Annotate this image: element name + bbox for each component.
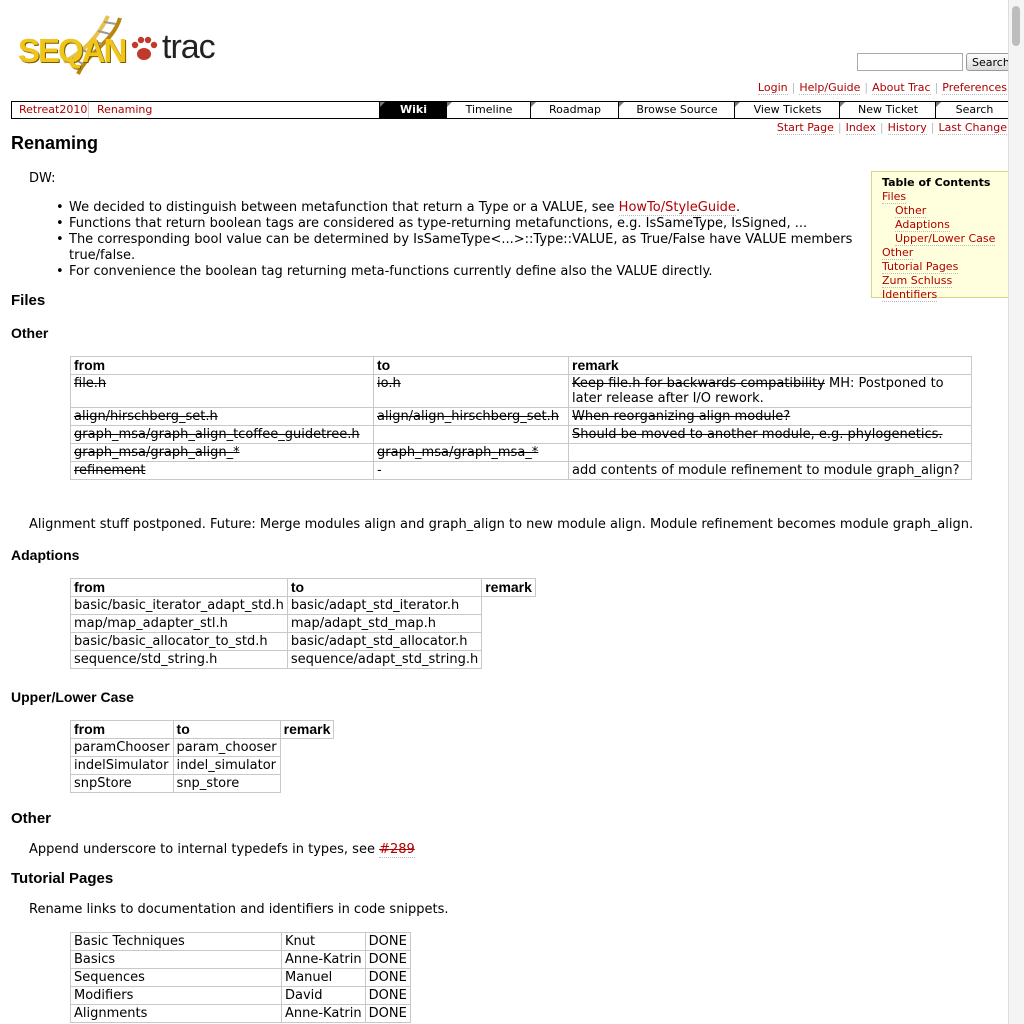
breadcrumb-retreat2010[interactable]: Retreat2010 [19,103,87,116]
tab-roadmap[interactable]: Roadmap [530,102,619,118]
vertical-scrollbar[interactable] [1008,0,1024,1024]
toc-item-zum-schluss[interactable]: Zum Schluss [882,274,953,288]
tutorial-text: Rename links to documentation and identi… [29,902,449,917]
files-heading: Files [11,292,46,309]
table-row: align/hirschberg_set.h align/align_hirsc… [70,407,972,426]
site-logo[interactable]: SEQAN trac [16,12,231,78]
start-page-link[interactable]: Start Page [776,121,834,135]
tutorial-table: Basic Techniques Knut DONE Basics Anne-Katr… [70,932,411,1023]
bullet-list: We decided to distinguish between metafu… [53,200,853,280]
styleguide-link[interactable]: HowTo/StyleGuide [618,200,736,216]
toc-item-files[interactable]: Files [882,190,907,204]
table-row: graph_msa/graph_align_tcoffee_guidetree.… [70,425,972,444]
table-row: map/map_adapter_stl.h map/adapt_std_map.h [70,614,536,633]
table-row: Sequences Manuel DONE [70,968,411,987]
logo-seqan-text: SEQAN [18,32,127,69]
table-row: sequence/std_string.h sequence/adapt_std_… [70,650,536,669]
table-row: refinement - add contents of module refi… [70,461,972,480]
table-row: paramChooser param_chooser [70,738,334,757]
table-row: Basic Techniques Knut DONE [70,932,411,951]
list-item: Functions that return boolean tags are c… [53,216,853,232]
login-link[interactable]: Login [757,81,788,95]
list-item: The corresponding bool value can be dete… [53,232,853,264]
list-item: We decided to distinguish between metafu… [53,200,853,216]
table-row: indelSimulator indel_simulator [70,756,334,775]
scrollbar-thumb[interactable] [1012,6,1020,46]
toc-title: Table of Contents [882,176,991,189]
table-row: basic/basic_allocator_to_std.h basic/adap… [70,632,536,651]
last-change-link[interactable]: Last Change [938,121,1007,135]
table-of-contents: Table of Contents Files Other Adaptions … [871,171,1012,302]
context-navigation: Start Page | Index | History | Last Change [776,121,1007,135]
tab-wiki[interactable]: Wiki [379,102,447,118]
intro-text: DW: [29,171,56,186]
tab-browse-source[interactable]: Browse Source [618,102,735,118]
tab-view-tickets[interactable]: View Tickets [734,102,840,118]
table-row: graph_msa/graph_align_* graph_msa/graph_… [70,443,972,462]
adaptions-heading: Adaptions [11,547,80,563]
case-table: from to remark paramChooser param_chooser… [70,720,335,793]
paw-icon [131,36,158,60]
toc-item-adaptions[interactable]: Adaptions [895,218,950,232]
search-input[interactable] [857,53,963,71]
tab-search[interactable]: Search [935,102,1013,118]
preferences-link[interactable]: Preferences [942,81,1007,95]
table-row: Alignments Anne-Katrin DONE [70,1004,411,1023]
table-row: file.h io.h Keep file.h for backwards co… [70,374,972,408]
toc-item-other[interactable]: Other [895,204,927,218]
other-heading-2: Other [11,810,52,827]
history-link[interactable]: History [887,121,927,135]
page-title: Renaming [11,133,99,153]
upper-lower-case-heading: Upper/Lower Case [11,689,134,705]
other-heading: Other [11,325,49,341]
tab-timeline[interactable]: Timeline [446,102,531,118]
table-row: snpStore snp_store [70,774,334,793]
other2-text: Append underscore to internal typedefs i… [29,842,415,858]
help-guide-link[interactable]: Help/Guide [799,81,861,95]
adaptions-table: from to remark basic/basic_iterator_adap… [70,578,536,669]
index-link[interactable]: Index [845,121,876,135]
toc-item-identifiers[interactable]: Identifiers [882,288,938,302]
other-table: from to remark file.h io.h Keep file.h f… [70,356,972,480]
table-row: Modifiers David DONE [70,986,411,1005]
list-item: For convenience the boolean tag returnin… [53,264,853,280]
ticket-289-link[interactable]: #289 [379,842,415,858]
main-navigation: Retreat2010 Renaming Wiki Timeline Roadm… [11,101,1013,119]
meta-navigation: Login | Help/Guide | About Trac | Preferences [757,81,1007,95]
toc-item-other-2[interactable]: Other [882,246,914,260]
tutorial-pages-heading: Tutorial Pages [11,870,114,887]
table-row: basic/basic_iterator_adapt_std.h basic/ad… [70,596,536,615]
tab-new-ticket[interactable]: New Ticket [839,102,936,118]
table-row: Basics Anne-Katrin DONE [70,950,411,969]
alignment-note: Alignment stuff postponed. Future: Merge… [29,517,974,532]
toc-item-upper-lower-case[interactable]: Upper/Lower Case [895,232,996,246]
about-trac-link[interactable]: About Trac [872,81,931,95]
breadcrumb-renaming[interactable]: Renaming [97,103,152,116]
logo-trac-text: trac [162,28,216,66]
toc-item-tutorial-pages[interactable]: Tutorial Pages [882,260,959,274]
